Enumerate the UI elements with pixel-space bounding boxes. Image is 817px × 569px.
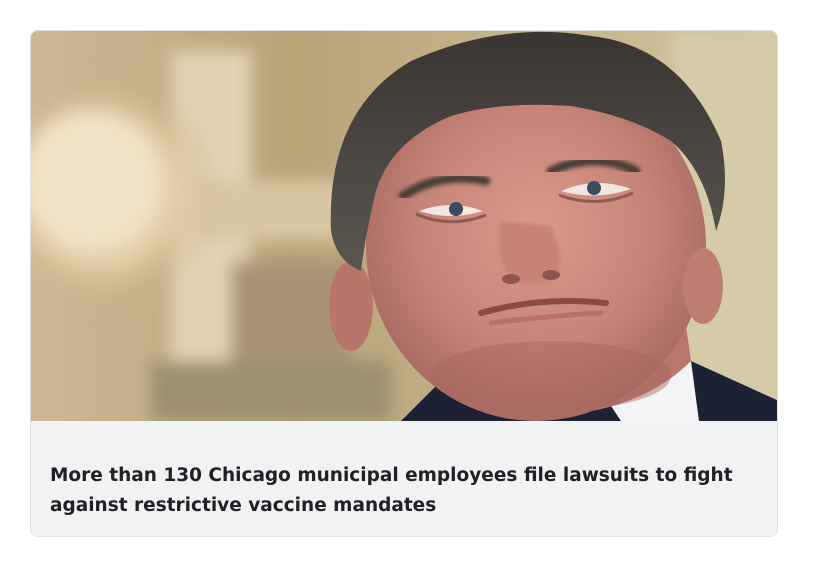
article-photo[interactable] bbox=[31, 31, 777, 421]
article-headline[interactable]: More than 130 Chicago municipal employee… bbox=[50, 461, 750, 521]
news-card[interactable]: More than 130 Chicago municipal employee… bbox=[30, 30, 778, 537]
person-portrait-photo bbox=[31, 31, 777, 421]
